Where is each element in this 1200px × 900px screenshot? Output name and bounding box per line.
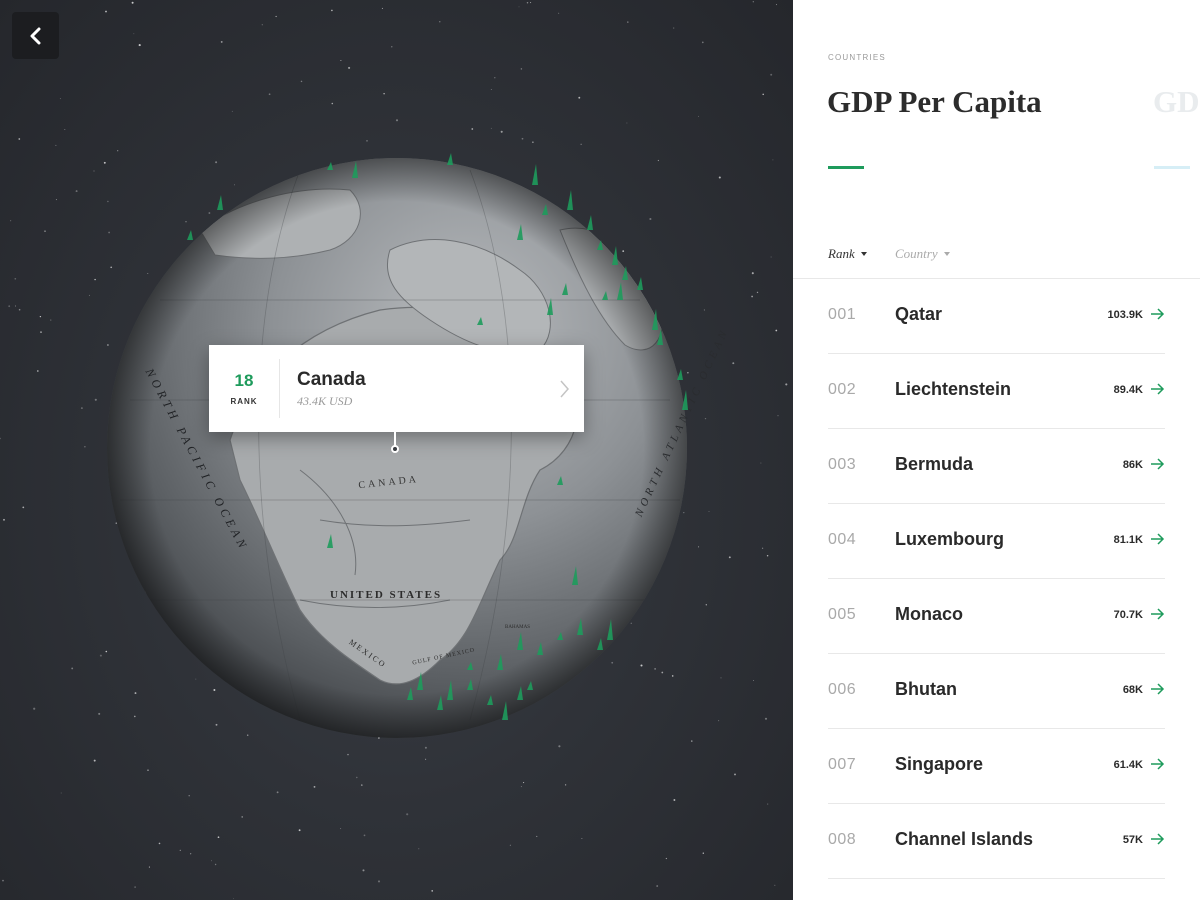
row-country: Bhutan bbox=[895, 679, 957, 699]
row-country: Qatar bbox=[895, 304, 943, 324]
row-rank: 005 bbox=[828, 606, 857, 623]
row-country: Monaco bbox=[895, 604, 964, 624]
arrow-right-icon bbox=[1151, 608, 1165, 620]
row-country: Luxembourg bbox=[895, 529, 1005, 549]
row-value: 68K bbox=[1122, 684, 1143, 696]
row-value: 103.9K bbox=[1107, 309, 1143, 321]
gdp-spike bbox=[567, 190, 573, 210]
tooltip-rank-number: 18 bbox=[234, 371, 254, 390]
globe-label-united-states: UNITED STATES bbox=[330, 589, 442, 601]
row-country: Channel Islands bbox=[895, 829, 1034, 849]
title-underline bbox=[828, 166, 864, 169]
row-value: 70.7K bbox=[1113, 609, 1143, 621]
sort-bar: Rank Country bbox=[793, 244, 1200, 279]
arrow-right-icon bbox=[1151, 683, 1165, 695]
arrow-right-icon bbox=[1151, 458, 1165, 470]
row-value: 57K bbox=[1122, 834, 1143, 846]
ranking-row[interactable]: 002 Liechtenstein 89.4K bbox=[828, 354, 1165, 429]
tooltip-pin-dot bbox=[391, 445, 399, 453]
next-title-underline bbox=[1154, 166, 1190, 169]
row-country: Singapore bbox=[895, 754, 984, 774]
chevron-left-icon bbox=[30, 27, 40, 44]
row-rank: 008 bbox=[828, 831, 857, 848]
sort-by-country[interactable]: Country bbox=[895, 246, 950, 262]
panel-eyebrow: COUNTRIES bbox=[828, 53, 886, 62]
row-value: 89.4K bbox=[1113, 384, 1143, 396]
tooltip-gdp-value: 43.4K USD bbox=[297, 394, 353, 408]
row-rank: 004 bbox=[828, 531, 857, 548]
tooltip-open-button[interactable] bbox=[544, 345, 584, 432]
tooltip-rank-label: RANK bbox=[230, 397, 258, 406]
panel-title: GDP Per Capita bbox=[827, 84, 1042, 119]
gdp-spike bbox=[677, 369, 683, 380]
ranking-row[interactable]: 006 Bhutan 68K bbox=[828, 654, 1165, 729]
row-rank: 003 bbox=[828, 456, 857, 473]
gdp-spike bbox=[447, 153, 453, 165]
gdp-spike bbox=[587, 215, 593, 230]
arrow-right-icon bbox=[1151, 308, 1165, 320]
tooltip-body: Canada 43.4K USD bbox=[280, 345, 544, 432]
chevron-right-icon bbox=[560, 380, 569, 397]
tooltip-rank: 18 RANK bbox=[209, 359, 280, 418]
caret-down-icon bbox=[943, 252, 950, 256]
row-country: Bermuda bbox=[895, 454, 974, 474]
tooltip-country-name: Canada bbox=[297, 369, 366, 390]
gdp-spike bbox=[187, 230, 193, 240]
gdp-spike bbox=[637, 277, 643, 290]
ranking-row[interactable]: 007 Singapore 61.4K bbox=[828, 729, 1165, 804]
ranking-row[interactable]: 004 Luxembourg 81.1K bbox=[828, 504, 1165, 579]
arrow-right-icon bbox=[1151, 533, 1165, 545]
ranking-row[interactable]: 008 Channel Islands 57K bbox=[828, 804, 1165, 879]
sort-by-rank[interactable]: Rank bbox=[828, 246, 867, 262]
globe-label-bahamas: BAHAMAS bbox=[505, 625, 530, 630]
row-rank: 001 bbox=[828, 306, 857, 323]
ranking-list: 001 Qatar 103.9K 002 Liechtenstein 89.4K… bbox=[828, 279, 1165, 879]
row-rank: 002 bbox=[828, 381, 857, 398]
caret-down-icon bbox=[860, 252, 867, 256]
ranking-row[interactable]: 003 Bermuda 86K bbox=[828, 429, 1165, 504]
sort-country-label: Country bbox=[895, 246, 938, 261]
row-rank: 006 bbox=[828, 681, 857, 698]
arrow-right-icon bbox=[1151, 383, 1165, 395]
row-rank: 007 bbox=[828, 756, 857, 773]
gdp-spike bbox=[532, 164, 538, 185]
next-metric-title[interactable]: GDP bbox=[1153, 84, 1200, 120]
back-button[interactable] bbox=[12, 12, 59, 59]
ranking-panel: COUNTRIES GDP Per Capita GDP Rank Countr… bbox=[793, 0, 1200, 900]
country-tooltip[interactable]: 18 RANK Canada 43.4K USD bbox=[209, 345, 584, 432]
arrow-right-icon bbox=[1151, 833, 1165, 845]
ranking-row[interactable]: 001 Qatar 103.9K bbox=[828, 279, 1165, 354]
row-value: 61.4K bbox=[1113, 759, 1143, 771]
ranking-row[interactable]: 005 Monaco 70.7K bbox=[828, 579, 1165, 654]
arrow-right-icon bbox=[1151, 758, 1165, 770]
gdp-spike bbox=[217, 195, 223, 210]
row-country: Liechtenstein bbox=[895, 379, 1012, 399]
globe-view[interactable]: CANADA UNITED STATES NORTH PACIFIC OCEAN… bbox=[0, 0, 793, 900]
row-value: 86K bbox=[1122, 459, 1143, 471]
sort-rank-label: Rank bbox=[828, 246, 855, 261]
row-value: 81.1K bbox=[1113, 534, 1143, 546]
